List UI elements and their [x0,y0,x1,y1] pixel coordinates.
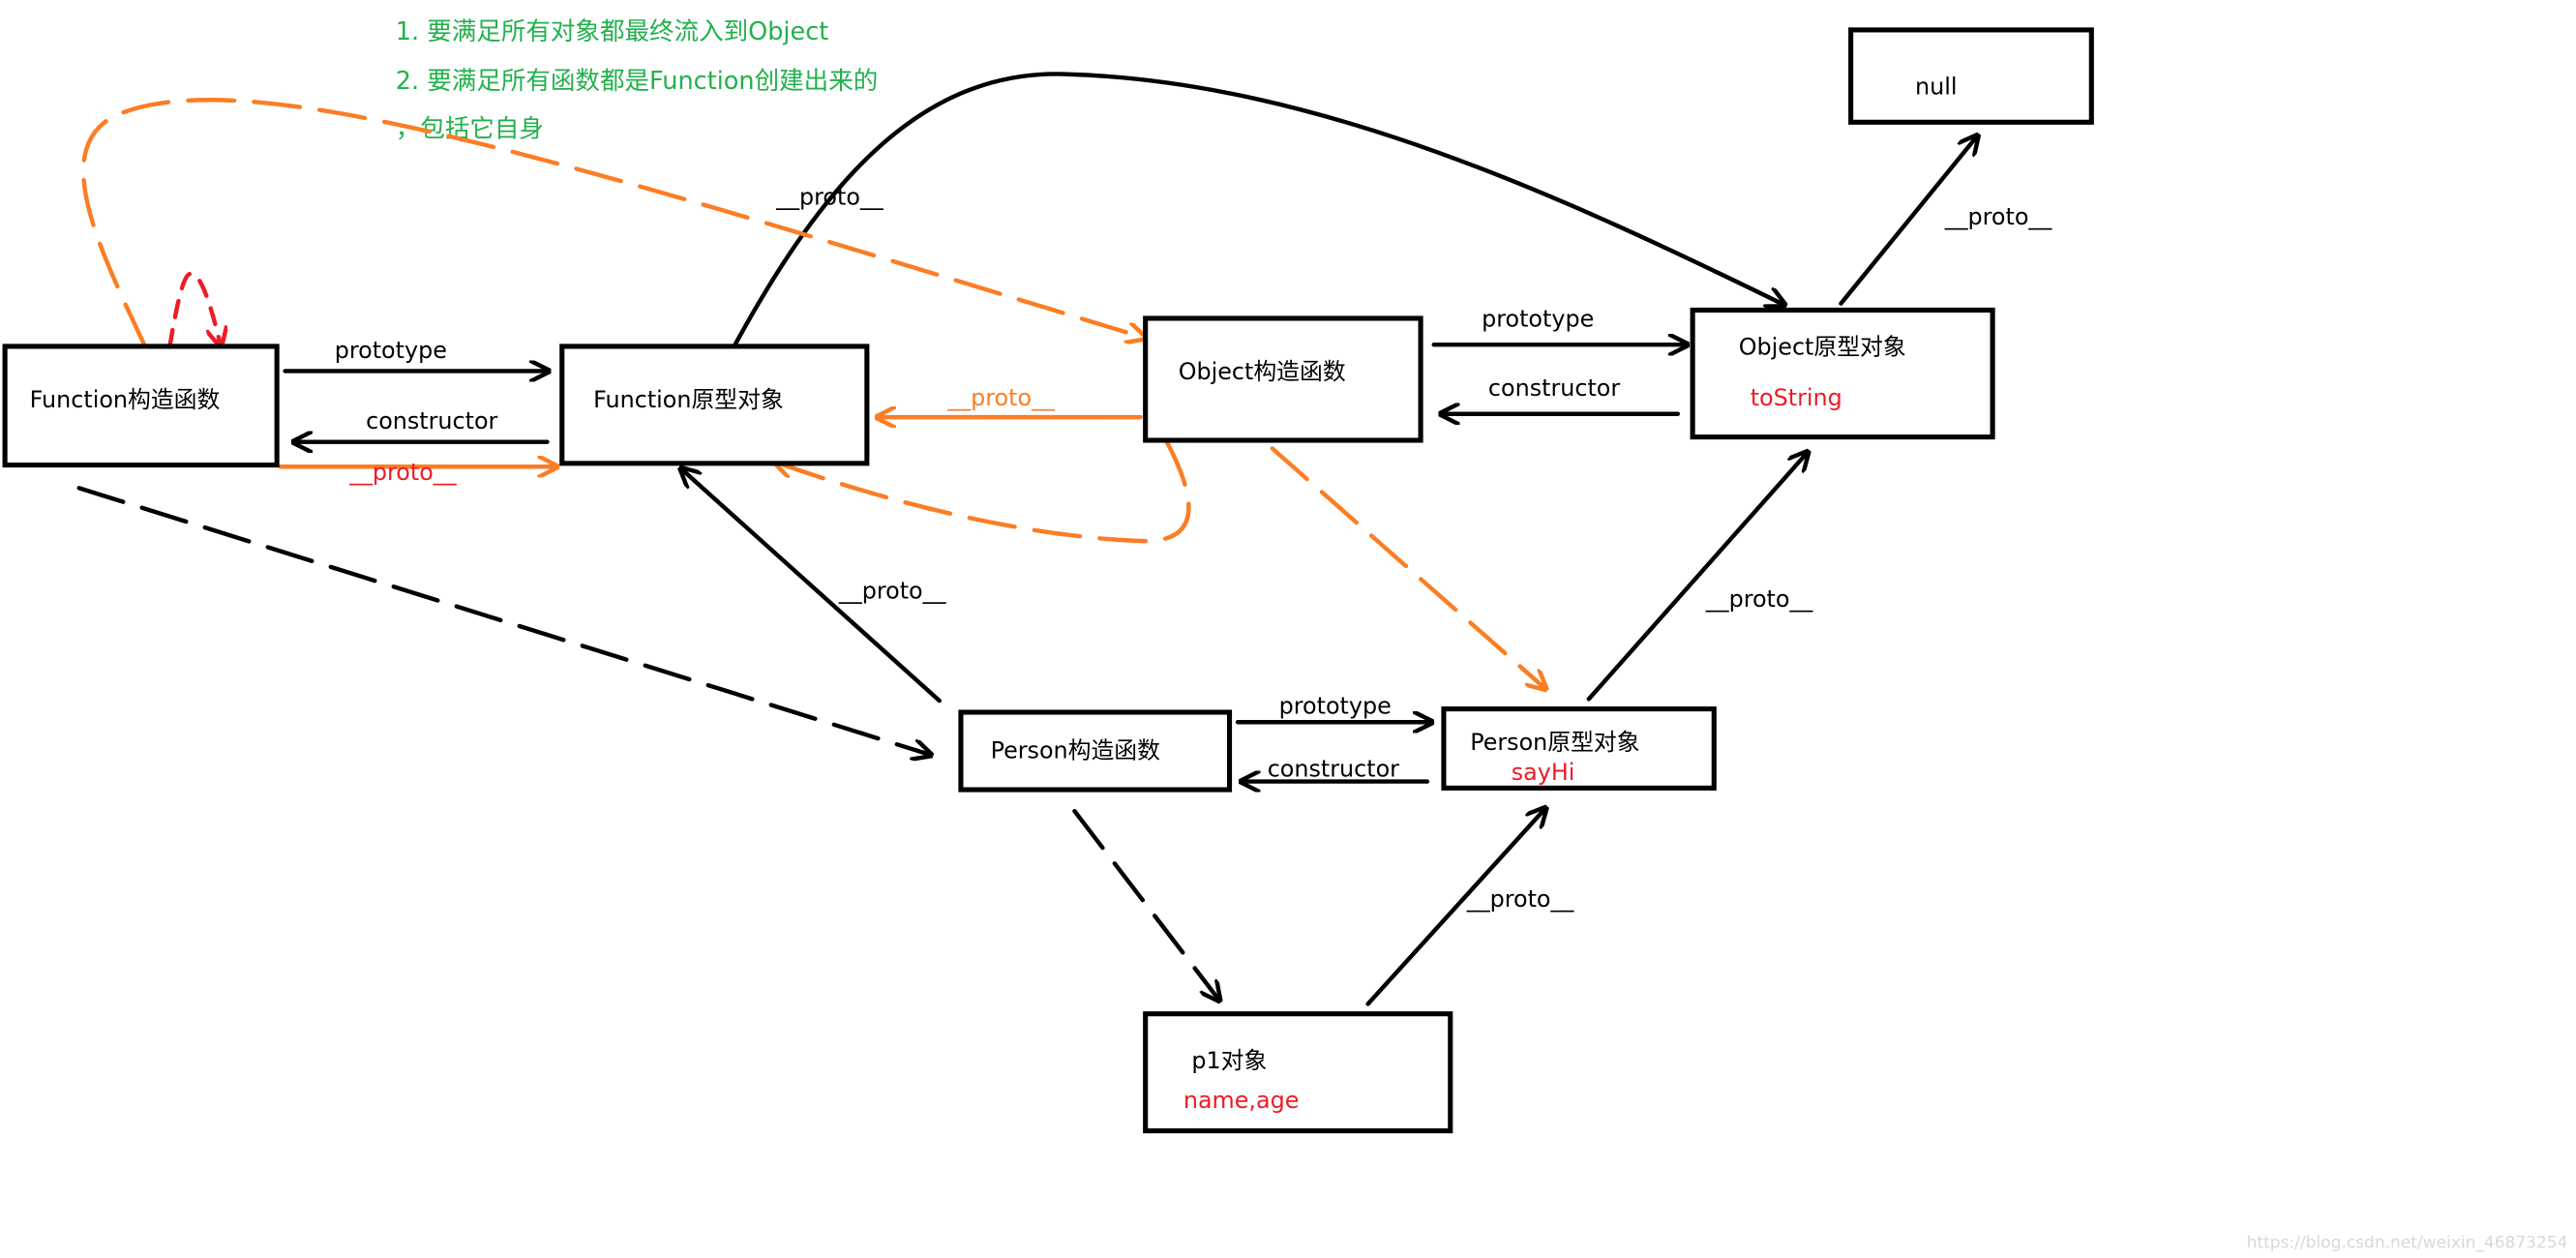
edge-fctor-to-pctor-dashed [76,486,932,755]
node-member: sayHi [1512,759,1575,786]
node-label: Object原型对象 [1739,333,1906,360]
node-label: Function构造函数 [30,386,221,413]
node-label: Object构造函数 [1179,358,1346,385]
node-label: Person原型对象 [1470,729,1639,756]
node-label: Function原型对象 [593,386,784,413]
edge-fproto-to-oproto [733,72,1785,347]
edge-pctor-to-p1-dashed [1072,808,1219,1001]
edge-fctor-self-loop [167,271,221,346]
node-member: name,age [1183,1087,1300,1114]
node-object-constructor: Object构造函数 [1143,315,1423,443]
node-person-constructor: Person构造函数 [958,709,1233,793]
label-pproto-constructor: constructor [1268,755,1399,782]
edge-fctor-to-octor-dashed [81,98,1145,349]
label-fctor-proto: __proto__ [348,459,458,486]
label-pproto-proto: __proto__ [1705,585,1814,613]
edge-octor-to-pproto-dashed [1270,446,1546,690]
label-octor-proto: __proto__ [946,384,1056,411]
watermark: https://blog.csdn.net/weixin_46873254 [2247,1234,2568,1253]
node-null: null [1848,27,2094,125]
node-p1: p1对象 name,age [1143,1011,1453,1134]
label-pctor-proto: __proto__ [838,577,947,604]
label-pctor-prototype: prototype [1279,693,1392,720]
note-2: 2. 要满足所有函数都是Function创建出来的 [396,67,879,96]
label-fproto-proto: __proto__ [775,183,884,210]
node-function-constructor: Function构造函数 [2,344,280,468]
node-member: toString [1751,384,1842,411]
note-1: 1. 要满足所有对象都最终流入到Object [396,17,829,46]
node-person-prototype: Person原型对象 sayHi [1441,706,1717,791]
label-p1-proto: __proto__ [1466,885,1575,913]
label-fproto-constructor: constructor [366,407,497,434]
label-octor-prototype: prototype [1482,305,1594,332]
label-oproto-proto: __proto__ [1944,203,2053,230]
node-label: null [1915,73,1957,100]
node-label: Person构造函数 [991,737,1161,764]
node-object-prototype: Object原型对象 toString [1690,307,1995,440]
node-label: p1对象 [1191,1047,1267,1074]
prototype-chain-diagram: 1. 要满足所有对象都最终流入到Object 2. 要满足所有函数都是Funct… [2,17,2568,1253]
label-oproto-constructor: constructor [1488,374,1620,402]
label-fctor-prototype: prototype [335,337,447,364]
node-function-prototype: Function原型对象 [559,344,870,466]
edge-pproto-to-oproto [1586,452,1809,702]
